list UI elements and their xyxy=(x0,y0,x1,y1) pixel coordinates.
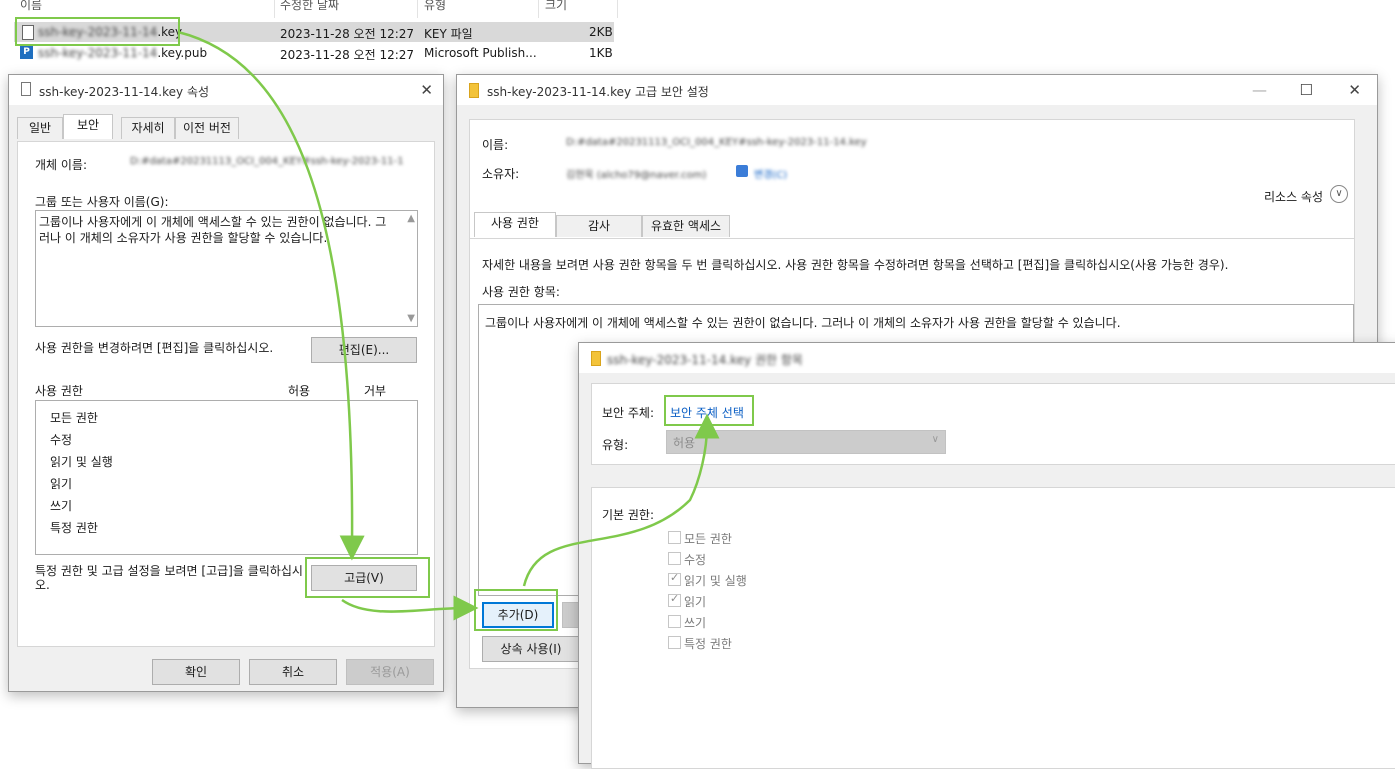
file-date: 2023-11-28 오전 12:27 xyxy=(280,27,415,41)
tab-general[interactable]: 일반 xyxy=(17,117,63,139)
file-type: Microsoft Publish... xyxy=(424,46,537,60)
highlight-add-button xyxy=(474,589,558,631)
checkbox-label: 읽기 xyxy=(684,595,707,609)
checkbox-label: 모든 권한 xyxy=(684,532,732,546)
folder-icon xyxy=(469,83,479,98)
advanced-hint: 특정 권한 및 고급 설정을 보려면 [고급]을 클릭하십시오. xyxy=(35,564,303,592)
group-label: 그룹 또는 사용자 이름(G): xyxy=(35,195,169,209)
group-empty-text: 그룹이나 사용자에게 이 개체에 액세스할 수 있는 권한이 없습니다. 그러나… xyxy=(39,215,387,245)
checkbox-read[interactable] xyxy=(668,592,681,607)
perm-modify: 수정 xyxy=(50,433,73,447)
advanced-title: ssh-key-2023-11-14.key 고급 보안 설정 xyxy=(487,85,709,99)
checkbox-modify[interactable] xyxy=(668,552,681,565)
scroll-up-icon[interactable]: ▲ xyxy=(407,213,415,224)
file-ext: .key.pub xyxy=(157,46,208,60)
cancel-button[interactable]: 취소 xyxy=(249,659,337,685)
file-type: KEY 파일 xyxy=(424,27,473,41)
allow-header: 허용 xyxy=(288,384,311,398)
scroll-down-icon[interactable]: ▼ xyxy=(407,313,415,324)
resource-properties-label[interactable]: 리소스 속성 xyxy=(1264,188,1323,205)
tab-previous-versions[interactable]: 이전 버전 xyxy=(175,117,239,139)
object-name-value: D:#data#20231113_OCI_004_KEY#ssh-key-202… xyxy=(130,156,404,167)
file-size: 1KB xyxy=(589,46,613,60)
maximize-icon[interactable]: ☐ xyxy=(1300,81,1313,99)
name-label: 이름: xyxy=(482,138,509,152)
highlight-key-file xyxy=(15,17,180,46)
file-date: 2023-11-28 오전 12:27 xyxy=(280,48,415,62)
tab-permissions[interactable]: 사용 권한 xyxy=(474,212,556,237)
ok-button[interactable]: 확인 xyxy=(152,659,240,685)
tab-effective-access[interactable]: 유효한 액세스 xyxy=(642,215,730,237)
perm-read-execute: 읽기 및 실행 xyxy=(50,455,113,469)
entries-empty-text: 그룹이나 사용자에게 이 개체에 액세스할 수 있는 권한이 없습니다. 그러나… xyxy=(485,316,1121,330)
close-icon[interactable]: ✕ xyxy=(420,81,433,99)
principal-label: 보안 주체: xyxy=(602,406,655,420)
owner-change-link[interactable]: 변경(C) xyxy=(754,166,787,181)
advanced-titlebar: ssh-key-2023-11-14.key 고급 보안 설정 — ☐ ✕ xyxy=(457,75,1377,105)
owner-label: 소유자: xyxy=(482,167,520,181)
permissions-list[interactable]: 모든 권한 수정 읽기 및 실행 읽기 쓰기 특정 권한 xyxy=(35,400,418,555)
close-icon[interactable]: ✕ xyxy=(1348,81,1361,99)
minimize-icon[interactable]: — xyxy=(1252,81,1267,99)
change-hint: 사용 권한을 변경하려면 [편집]을 클릭하십시오. xyxy=(35,341,274,355)
deny-header: 거부 xyxy=(364,384,387,398)
enable-inheritance-button[interactable]: 상속 사용(I) xyxy=(482,636,580,662)
perm-special: 특정 권한 xyxy=(50,521,98,535)
properties-dialog: ssh-key-2023-11-14.key 속성 ✕ 일반 보안 자세히 이전… xyxy=(8,74,444,692)
perm-write: 쓰기 xyxy=(50,499,73,513)
checkbox-label: 수정 xyxy=(684,553,707,567)
tab-auditing[interactable]: 감사 xyxy=(556,215,642,237)
checkbox-label: 특정 권한 xyxy=(684,637,732,651)
edit-button[interactable]: 편집(E)... xyxy=(311,337,417,363)
advanced-tabs: 사용 권한 감사 유효한 액세스 xyxy=(470,212,1354,239)
document-icon xyxy=(21,82,31,96)
file-size: 2KB xyxy=(589,25,613,39)
checkbox-label: 쓰기 xyxy=(684,616,707,630)
name-value: D:#data#20231113_OCI_004_KEY#ssh-key-202… xyxy=(566,137,867,148)
checkbox-special[interactable] xyxy=(668,636,681,649)
header-size[interactable]: 크기 xyxy=(545,0,567,13)
checkbox-full-control[interactable] xyxy=(668,531,681,544)
basic-permissions-panel: 기본 권한: 모든 권한 수정 읽기 및 실행 읽기 쓰기 특정 권한 xyxy=(591,487,1395,769)
group-listbox[interactable]: 그룹이나 사용자에게 이 개체에 액세스할 수 있는 권한이 없습니다. 그러나… xyxy=(35,210,418,327)
header-type[interactable]: 유형 xyxy=(424,0,446,13)
type-select[interactable]: 허용 ∨ xyxy=(666,430,946,454)
entry-title: ssh-key-2023-11-14.key 권한 항목 xyxy=(607,353,803,367)
highlight-advanced-button xyxy=(305,557,430,598)
info-text: 자세한 내용을 보려면 사용 권한 항목을 두 번 클릭하십시오. 사용 권한 … xyxy=(482,258,1229,272)
highlight-select-principal xyxy=(664,395,754,426)
file-name-blurred: ssh-key-2023-11-14 xyxy=(38,46,158,60)
checkbox-read-execute[interactable] xyxy=(668,571,681,586)
tab-details[interactable]: 자세히 xyxy=(121,117,175,139)
type-label: 유형: xyxy=(602,438,629,452)
publisher-file-icon: P xyxy=(20,46,33,59)
properties-tabs: 일반 보안 자세히 이전 버전 xyxy=(17,114,437,141)
type-select-value: 허용 xyxy=(673,436,696,450)
apply-button[interactable]: 적용(A) xyxy=(346,659,434,685)
properties-titlebar: ssh-key-2023-11-14.key 속성 ✕ xyxy=(9,75,443,105)
shield-icon xyxy=(736,165,748,177)
chevron-down-icon: ∨ xyxy=(931,434,939,445)
header-date[interactable]: 수정한 날짜 xyxy=(280,0,339,13)
entries-label: 사용 권한 항목: xyxy=(482,285,560,299)
checkbox-write[interactable] xyxy=(668,615,681,628)
tab-security[interactable]: 보안 xyxy=(63,114,113,139)
checkbox-label: 읽기 및 실행 xyxy=(684,574,747,588)
permissions-header: 사용 권한 xyxy=(35,384,83,398)
basic-permissions-label: 기본 권한: xyxy=(602,508,655,522)
file-row-pub[interactable]: P ssh-key-2023-11-14.key.pub 2023-11-28 … xyxy=(14,43,614,63)
owner-value: 김현욱 (alcho79@naver.com) xyxy=(566,170,707,181)
object-name-label: 개체 이름: xyxy=(35,158,88,172)
chevron-down-icon[interactable]: ∨ xyxy=(1330,185,1348,203)
folder-icon xyxy=(591,351,601,366)
header-name[interactable]: 이름 xyxy=(20,0,42,13)
perm-full-control: 모든 권한 xyxy=(50,411,98,425)
entry-titlebar: ssh-key-2023-11-14.key 권한 항목 xyxy=(579,343,1395,373)
properties-title: ssh-key-2023-11-14.key 속성 xyxy=(39,85,210,99)
perm-read: 읽기 xyxy=(50,477,73,491)
